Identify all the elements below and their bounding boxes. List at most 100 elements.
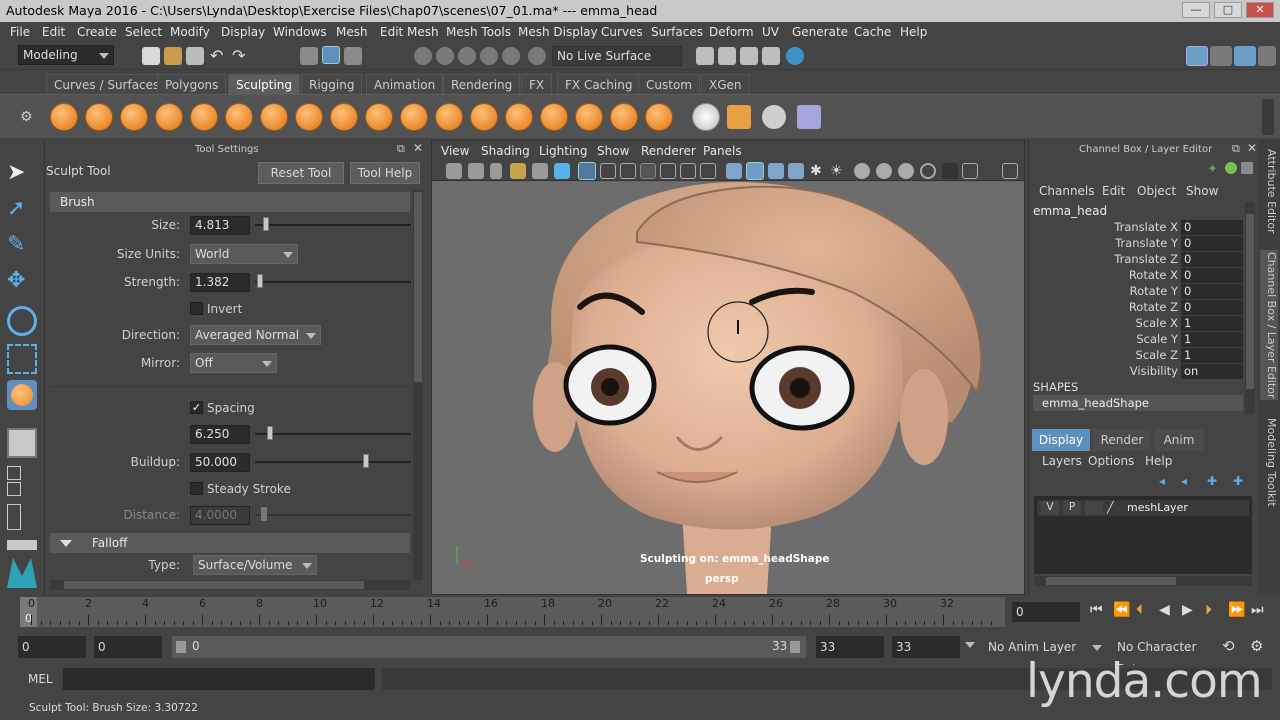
- menu-modify[interactable]: Modify: [170, 25, 210, 39]
- grab-brush-icon[interactable]: [155, 103, 183, 131]
- attr-scale-z-value[interactable]: 1: [1181, 348, 1243, 363]
- shelf-tab-polygons[interactable]: Polygons: [157, 74, 227, 94]
- shelf-scroll[interactable]: [1262, 99, 1274, 135]
- current-time-field[interactable]: 0: [1012, 602, 1080, 622]
- shelf-tab-fx-caching[interactable]: FX Caching: [557, 74, 641, 94]
- spacing-field[interactable]: 6.250: [190, 425, 250, 444]
- attr-translate-z-value[interactable]: 0: [1181, 252, 1243, 267]
- step-forward-frame-icon[interactable]: ⏵: [1205, 602, 1212, 618]
- horizontal-scrollbar[interactable]: [50, 580, 410, 590]
- reset-tool-button[interactable]: Reset Tool: [258, 162, 344, 184]
- make-live-icon[interactable]: [528, 47, 546, 65]
- smooth-shade-icon[interactable]: [746, 162, 764, 180]
- strength-slider-thumb[interactable]: [257, 274, 263, 288]
- end-time-field[interactable]: 33: [892, 636, 960, 658]
- vp-menu-panels[interactable]: Panels: [703, 144, 742, 158]
- layer-hscroll-thumb[interactable]: [1046, 577, 1176, 585]
- textured-icon[interactable]: [788, 163, 804, 179]
- attr-translate-y-value[interactable]: 0: [1181, 236, 1243, 251]
- attr-visibility-value[interactable]: on: [1181, 364, 1243, 379]
- scrape-brush-icon[interactable]: [435, 103, 463, 131]
- vp-menu-shading[interactable]: Shading: [481, 144, 530, 158]
- attribute-editor-toggle-icon[interactable]: [1258, 46, 1276, 66]
- layer-tab-anim[interactable]: Anim: [1154, 429, 1204, 451]
- ipr-icon[interactable]: [718, 47, 736, 65]
- snap-surface-icon[interactable]: [502, 47, 520, 65]
- distance-slider-thumb[interactable]: [261, 507, 267, 521]
- workspace-layout-icon[interactable]: [1186, 46, 1208, 66]
- animation-preferences-icon[interactable]: ⚙: [1250, 637, 1263, 655]
- gate-mask-icon[interactable]: [640, 163, 656, 179]
- foamy-brush-icon[interactable]: [260, 103, 288, 131]
- menu-uv[interactable]: UV: [762, 25, 779, 39]
- select-tool-icon[interactable]: ➤: [7, 160, 37, 190]
- vp-menu-lighting[interactable]: Lighting: [539, 144, 588, 158]
- grid-icon[interactable]: [578, 162, 596, 180]
- screen-space-ao-icon[interactable]: [854, 163, 870, 179]
- chevron-down-icon[interactable]: [965, 642, 975, 648]
- cb-menu-object[interactable]: Object: [1137, 184, 1176, 198]
- menu-display[interactable]: Display: [221, 25, 265, 39]
- mirror-dropdown[interactable]: Off: [190, 353, 277, 373]
- move-layer-up-icon[interactable]: ◂: [1159, 474, 1165, 488]
- snap-point-icon[interactable]: [458, 47, 476, 65]
- scale-tool-icon[interactable]: [7, 344, 37, 374]
- two-view-layout-icon[interactable]: [7, 482, 21, 496]
- undo-icon[interactable]: ↶: [210, 47, 228, 65]
- open-scene-icon[interactable]: [164, 47, 182, 65]
- four-view-layout-icon[interactable]: [7, 466, 21, 480]
- strength-field[interactable]: 1.382: [190, 273, 250, 292]
- fill-brush-icon[interactable]: [470, 103, 498, 131]
- layer-visibility-toggle[interactable]: V: [1041, 501, 1059, 515]
- anim-end-field[interactable]: 33: [816, 636, 884, 658]
- sculpt-tool-active-icon[interactable]: [7, 380, 37, 410]
- shelf-tab-custom[interactable]: Custom: [638, 74, 700, 94]
- select-component-icon[interactable]: [344, 47, 362, 65]
- cb-menu-edit[interactable]: Edit: [1102, 184, 1125, 198]
- time-slider[interactable]: 0 0 2 4 6 8 10 12 14 16 18 20 22 24 26 28 30 32 0 ⏮ ⏪ ⏴ …: [0, 597, 1280, 629]
- size-slider-track[interactable]: [255, 224, 411, 226]
- layer-color-icon[interactable]: ╱: [1107, 501, 1121, 515]
- rotate-tool-icon[interactable]: [7, 306, 37, 336]
- film-gate-icon[interactable]: [600, 163, 616, 179]
- grease-pencil-icon[interactable]: [554, 163, 570, 179]
- use-all-lights-icon[interactable]: ✱: [810, 163, 826, 179]
- snap-grid-icon[interactable]: [414, 47, 432, 65]
- safe-action-icon[interactable]: [680, 163, 696, 179]
- layer-row[interactable]: V P ╱ meshLayer: [1037, 500, 1249, 516]
- vp-menu-view[interactable]: View: [441, 144, 469, 158]
- buildup-slider-track[interactable]: [255, 461, 411, 463]
- menu-deform[interactable]: Deform: [709, 25, 754, 39]
- cb-menu-show[interactable]: Show: [1186, 184, 1218, 198]
- vertical-scrollbar[interactable]: [413, 190, 423, 580]
- float-panel-icon[interactable]: ⧉: [397, 142, 405, 156]
- snap-view-icon[interactable]: [480, 47, 498, 65]
- range-start-handle[interactable]: [176, 641, 186, 653]
- tool-settings-toggle-icon[interactable]: [1234, 46, 1256, 66]
- bookmark-icon[interactable]: [490, 163, 502, 179]
- attr-scale-y-value[interactable]: 1: [1181, 332, 1243, 347]
- range-end-handle[interactable]: [790, 641, 800, 653]
- auto-key-icon[interactable]: ⟲: [1222, 637, 1235, 655]
- menu-surfaces[interactable]: Surfaces: [651, 25, 703, 39]
- layout-options-icon[interactable]: [7, 540, 37, 550]
- spacing-checkbox[interactable]: ✓: [190, 401, 203, 414]
- snap-curve-icon[interactable]: [436, 47, 454, 65]
- step-back-frame-icon[interactable]: ⏴: [1136, 602, 1143, 618]
- falloff-section-header[interactable]: Falloff: [50, 533, 410, 553]
- menu-set-dropdown[interactable]: Modeling: [18, 45, 114, 65]
- close-panel-icon[interactable]: ✕: [413, 141, 423, 155]
- falloff-type-dropdown[interactable]: Surface/Volume: [193, 555, 317, 575]
- layer-icon[interactable]: [797, 105, 821, 129]
- paint-select-tool-icon[interactable]: ✎: [7, 232, 37, 262]
- side-tab-channel-box[interactable]: Channel Box / Layer Editor: [1260, 250, 1278, 400]
- buildup-field[interactable]: 50.000: [190, 453, 250, 472]
- shadows-icon[interactable]: ☀: [830, 163, 846, 179]
- menu-edit[interactable]: Edit: [42, 25, 65, 39]
- strength-slider-track[interactable]: [255, 281, 411, 283]
- mel-input[interactable]: [63, 668, 375, 690]
- wireframe-icon[interactable]: [726, 163, 742, 179]
- help-menu[interactable]: Help: [1145, 454, 1172, 468]
- close-button[interactable]: ✕: [1246, 2, 1274, 18]
- minimize-button[interactable]: —: [1182, 2, 1210, 18]
